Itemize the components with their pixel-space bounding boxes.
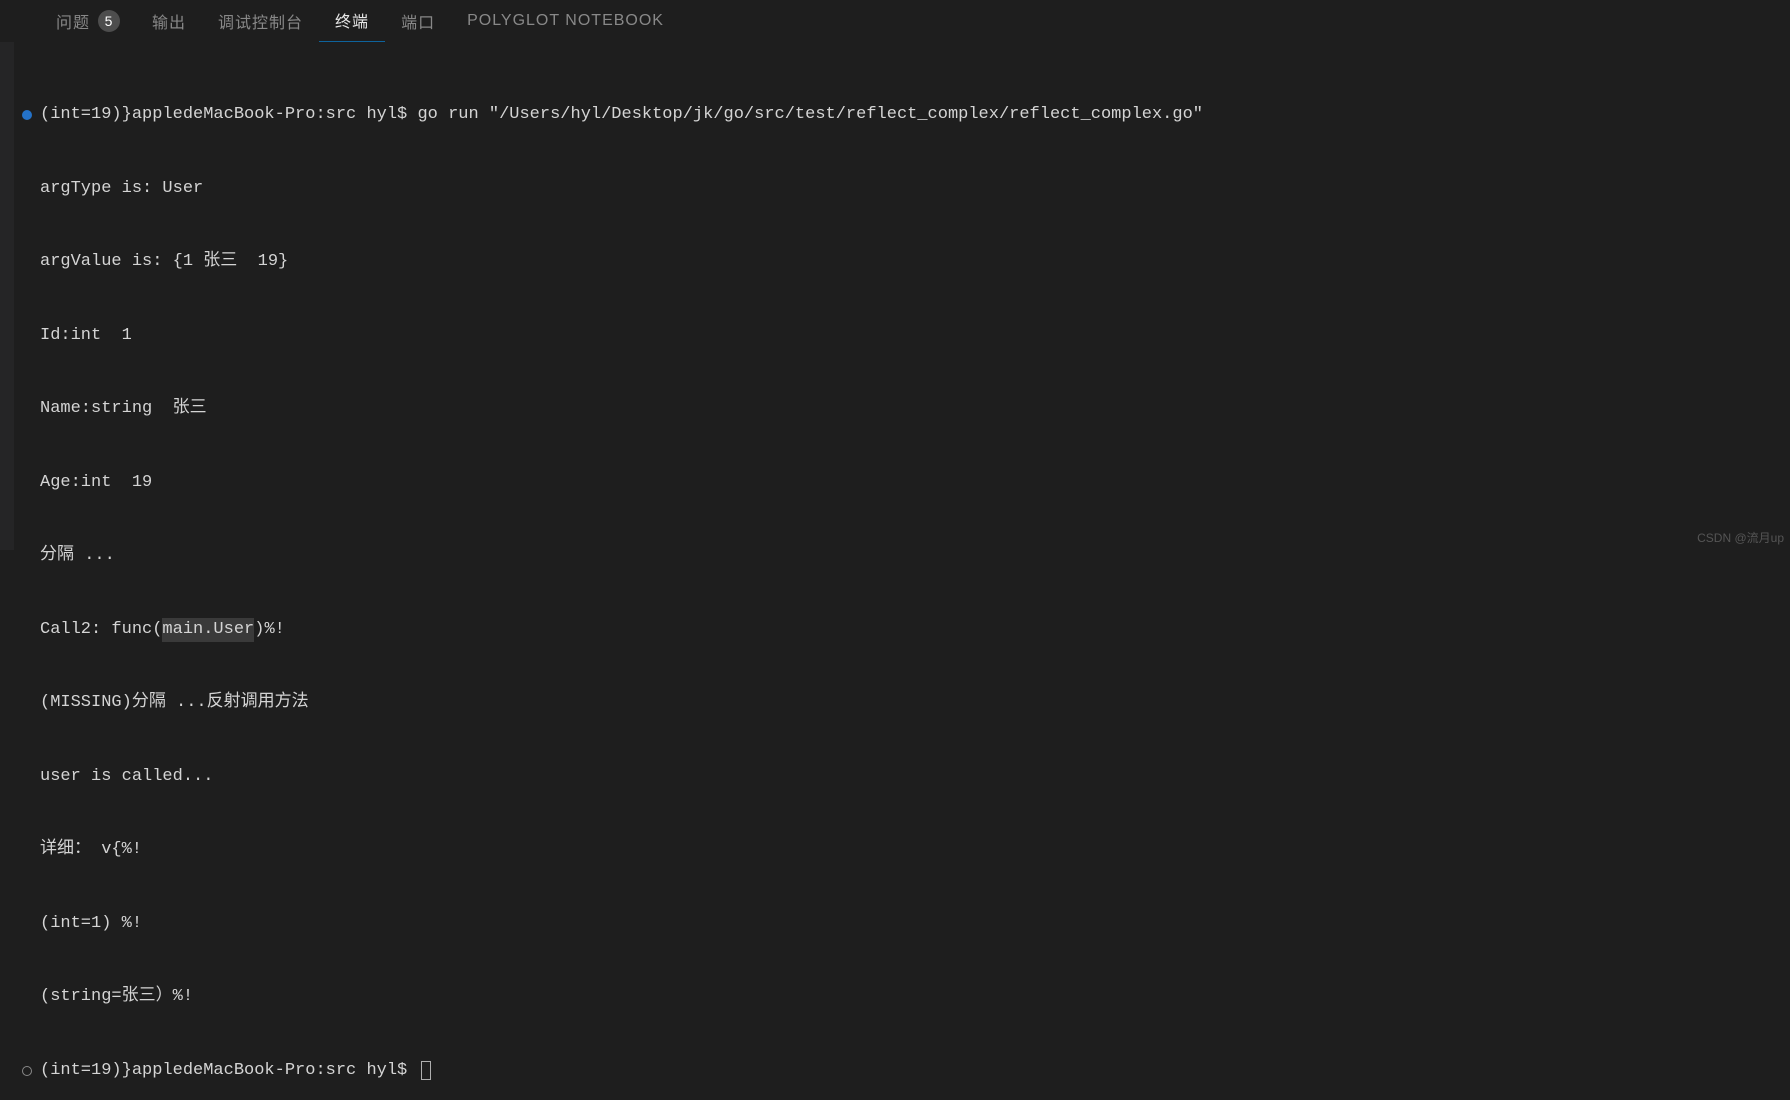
tab-output[interactable]: 输出 <box>136 0 202 42</box>
terminal-line: 分隔 ... <box>22 544 1780 569</box>
terminal-line: Id:int 1 <box>22 324 1780 349</box>
terminal-line: argValue is: {1 张三 19} <box>22 250 1780 275</box>
terminal-line: (int=1) %! <box>22 912 1780 937</box>
tab-ports[interactable]: 端口 <box>385 0 451 42</box>
watermark: CSDN @流月up <box>1697 529 1784 546</box>
terminal-text: (int=19)}appledeMacBook-Pro:src hyl$ <box>40 1059 417 1084</box>
status-hollow-icon <box>22 1066 32 1076</box>
terminal-text: 详细： v{%! <box>40 838 142 863</box>
terminal-output[interactable]: (int=19)}appledeMacBook-Pro:src hyl$ go … <box>0 42 1790 1100</box>
terminal-text: Call2: func( <box>40 618 162 643</box>
tab-label: 输出 <box>152 9 186 33</box>
problems-badge: 5 <box>98 10 120 32</box>
terminal-text: argValue is: {1 张三 19} <box>40 250 288 275</box>
terminal-text: (int=19)}appledeMacBook-Pro:src hyl$ go … <box>40 103 1203 128</box>
tab-label: 端口 <box>401 9 435 33</box>
terminal-line: argType is: User <box>22 177 1780 202</box>
tab-label: 调试控制台 <box>218 9 303 33</box>
terminal-line: (MISSING)分隔 ...反射调用方法 <box>22 691 1780 716</box>
terminal-text: )%! <box>254 618 285 643</box>
tab-problems[interactable]: 问题 5 <box>40 0 136 42</box>
terminal-text: user is called... <box>40 765 213 790</box>
tab-label: 终端 <box>335 8 369 32</box>
terminal-line: (string=张三）%! <box>22 985 1780 1010</box>
terminal-text: (string=张三）%! <box>40 985 193 1010</box>
terminal-line: 详细： v{%! <box>22 838 1780 863</box>
terminal-text: (MISSING)分隔 ...反射调用方法 <box>40 691 309 716</box>
terminal-line: Name:string 张三 <box>22 397 1780 422</box>
tab-polyglot-notebook[interactable]: POLYGLOT NOTEBOOK <box>451 0 680 42</box>
terminal-line: Age:int 19 <box>22 471 1780 496</box>
terminal-line: Call2: func(main.User)%! <box>22 618 1780 643</box>
terminal-text: Age:int 19 <box>40 471 152 496</box>
tab-label: POLYGLOT NOTEBOOK <box>467 12 664 30</box>
tab-terminal[interactable]: 终端 <box>319 0 385 42</box>
terminal-line: (int=19)}appledeMacBook-Pro:src hyl$ <box>22 1059 1780 1084</box>
tab-debug-console[interactable]: 调试控制台 <box>202 0 319 42</box>
terminal-line: (int=19)}appledeMacBook-Pro:src hyl$ go … <box>22 103 1780 128</box>
terminal-text-highlight: main.User <box>162 618 254 643</box>
cursor-icon <box>421 1061 431 1080</box>
terminal-text: Id:int 1 <box>40 324 132 349</box>
tab-label: 问题 <box>56 9 90 33</box>
status-dot-icon <box>22 110 32 120</box>
terminal-line: user is called... <box>22 765 1780 790</box>
terminal-text: (int=1) %! <box>40 912 142 937</box>
terminal-text: 分隔 ... <box>40 544 115 569</box>
terminal-text: Name:string 张三 <box>40 397 207 422</box>
panel-tab-bar: 问题 5 输出 调试控制台 终端 端口 POLYGLOT NOTEBOOK <box>0 0 1790 42</box>
terminal-text: argType is: User <box>40 177 203 202</box>
